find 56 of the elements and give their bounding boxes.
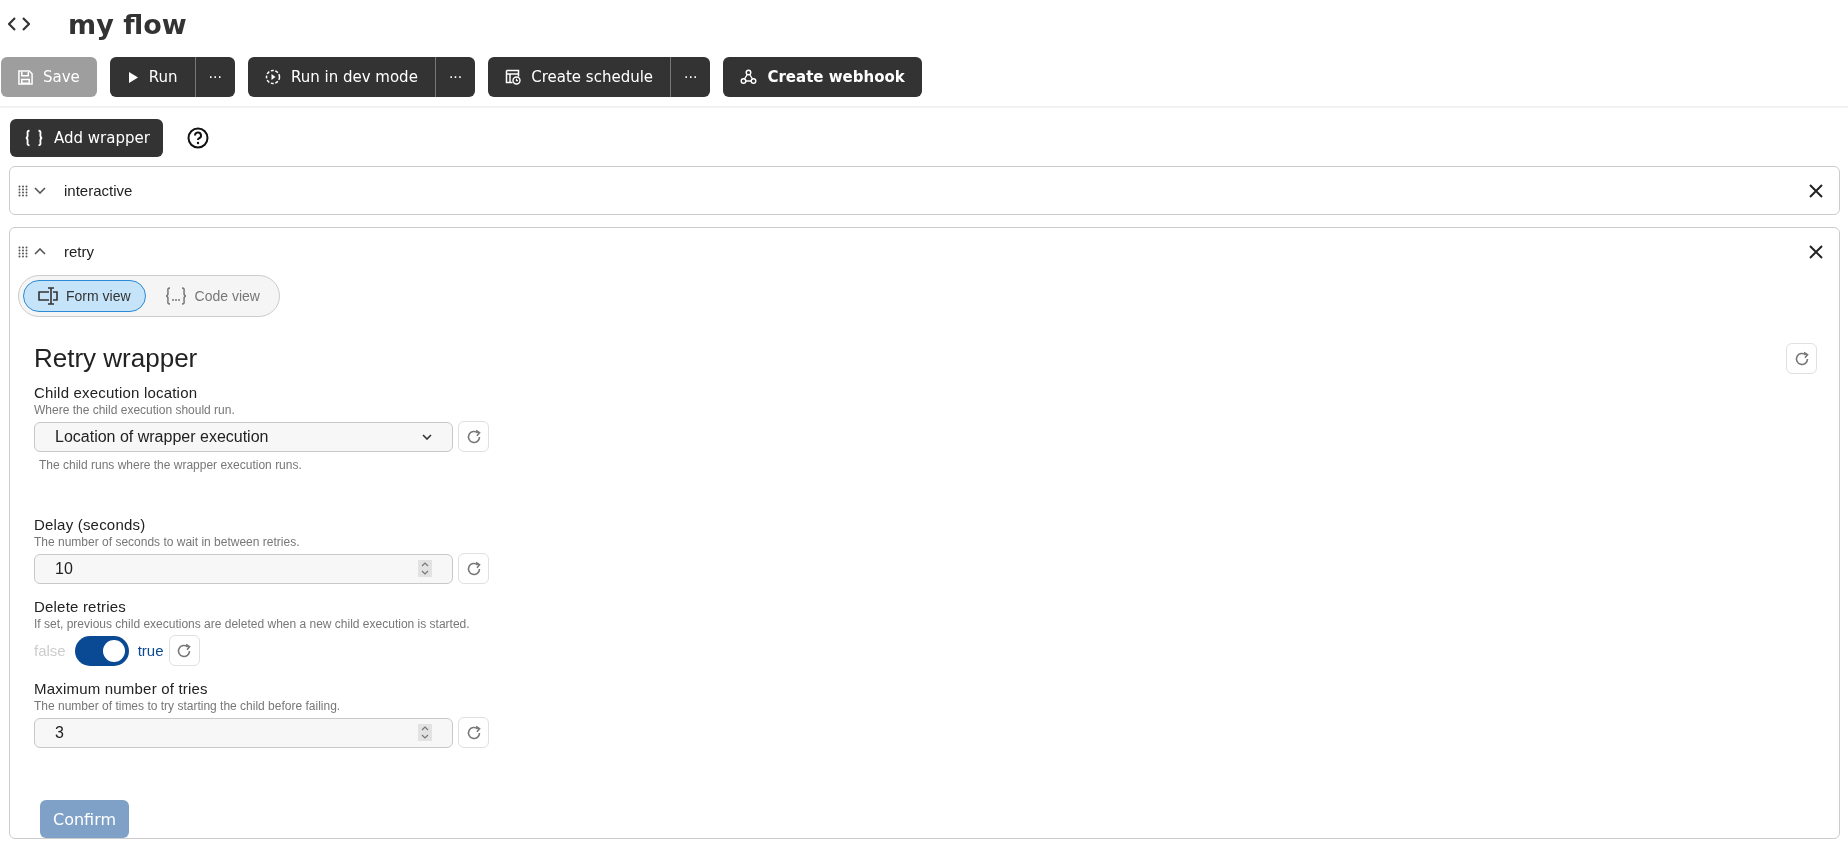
wrapper-name: interactive xyxy=(64,182,134,199)
help-icon[interactable] xyxy=(186,127,209,149)
play-circle-icon xyxy=(264,69,281,85)
dropdown-field[interactable]: Location of wrapper execution xyxy=(34,421,453,452)
webhook-icon xyxy=(740,69,758,85)
helper-text: The child runs where the wrapper execution runs. xyxy=(39,458,303,474)
close-icon[interactable] xyxy=(1809,183,1823,198)
form-icon xyxy=(38,287,58,305)
drag-handle-icon[interactable] xyxy=(18,245,28,258)
refresh-icon xyxy=(1793,350,1810,367)
more-button[interactable]: ··· xyxy=(194,57,235,97)
drag-handle-icon[interactable] xyxy=(18,184,28,197)
run-button[interactable]: Run xyxy=(109,57,195,97)
toggle-switch[interactable] xyxy=(74,635,129,666)
braces-icon xyxy=(164,287,187,305)
wrapper-name: retry xyxy=(64,243,95,260)
add-wrapper-button[interactable]: Add wrapper xyxy=(10,119,163,157)
field-description: The number of seconds to wait in between retries. xyxy=(34,535,301,549)
number-input-field[interactable]: 10 xyxy=(34,553,453,584)
field-description: The number of times to try starting the child before failing. xyxy=(34,699,342,713)
field-label: Maximum number of tries xyxy=(34,680,209,697)
reset-button[interactable] xyxy=(458,421,489,452)
schedule-button[interactable]: Create schedule xyxy=(488,57,671,97)
number-input-field[interactable]: 3 xyxy=(34,717,453,748)
reset-button[interactable] xyxy=(458,717,489,748)
view-tab[interactable]: Code view xyxy=(149,280,275,312)
field-description: Where the child execution should run. xyxy=(34,403,236,417)
more-button[interactable]: ··· xyxy=(670,57,711,97)
chevron-down-icon xyxy=(422,433,432,440)
field-label: Delay (seconds) xyxy=(34,516,147,533)
refresh-icon xyxy=(465,428,482,445)
braces-icon xyxy=(24,129,44,147)
true-label: true xyxy=(137,642,164,659)
refresh-icon xyxy=(465,560,482,577)
field-label: Delete retries xyxy=(34,598,127,615)
reset-button[interactable] xyxy=(458,553,489,584)
field-label: Child execution location xyxy=(34,384,199,401)
refresh-icon xyxy=(176,642,193,659)
refresh-icon xyxy=(465,724,482,741)
field-description: If set, previous child executions are deleted when a new child execution is started. xyxy=(34,617,471,631)
chevron-up-icon[interactable] xyxy=(34,248,46,255)
chevron-down-icon[interactable] xyxy=(34,187,46,194)
reset-button[interactable] xyxy=(1786,343,1817,374)
view-tab[interactable]: Form view xyxy=(23,280,146,312)
code-icon xyxy=(8,16,30,32)
webhook-button[interactable]: Create webhook xyxy=(723,57,922,97)
close-icon[interactable] xyxy=(1809,244,1823,259)
spinner-icon xyxy=(418,724,432,741)
calendar-clock-icon xyxy=(505,69,522,85)
play-icon xyxy=(126,70,139,84)
dev-button[interactable]: Run in dev mode xyxy=(247,57,435,97)
form-title: Retry wrapper xyxy=(34,343,198,374)
spinner-icon xyxy=(418,560,432,577)
more-button[interactable]: ··· xyxy=(434,57,476,97)
flow-title: my flow xyxy=(68,8,187,40)
reset-button[interactable] xyxy=(168,635,200,666)
